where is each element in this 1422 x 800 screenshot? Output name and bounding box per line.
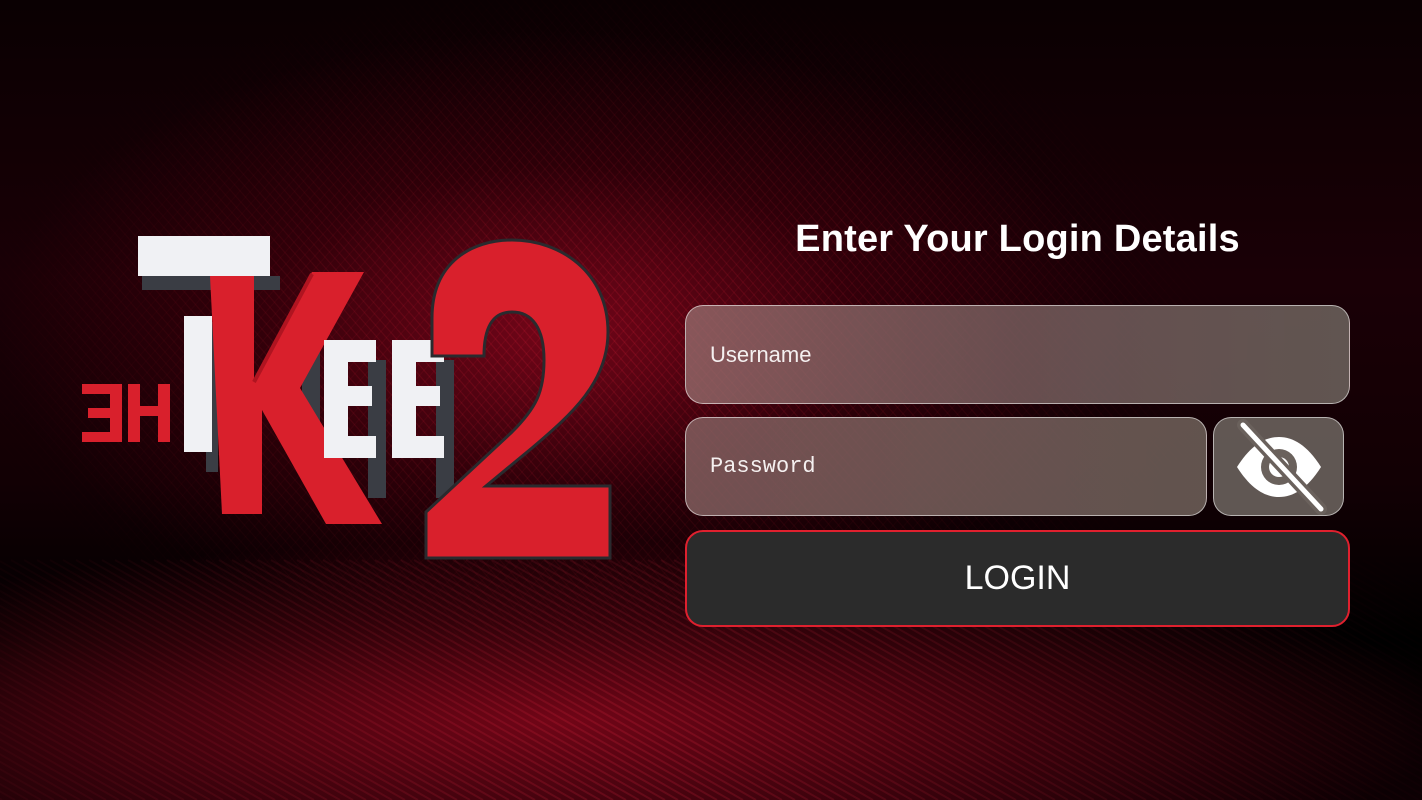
password-input[interactable] (685, 417, 1207, 516)
login-button[interactable]: LOGIN (685, 530, 1350, 627)
username-input[interactable] (685, 305, 1350, 404)
toggle-password-visibility-button[interactable] (1213, 417, 1344, 516)
eye-slash-icon (1236, 418, 1327, 515)
app-logo (82, 236, 612, 560)
login-screen: Enter Your Login Details LOGIN (0, 0, 1422, 800)
form-title: Enter Your Login Details (795, 218, 1240, 260)
